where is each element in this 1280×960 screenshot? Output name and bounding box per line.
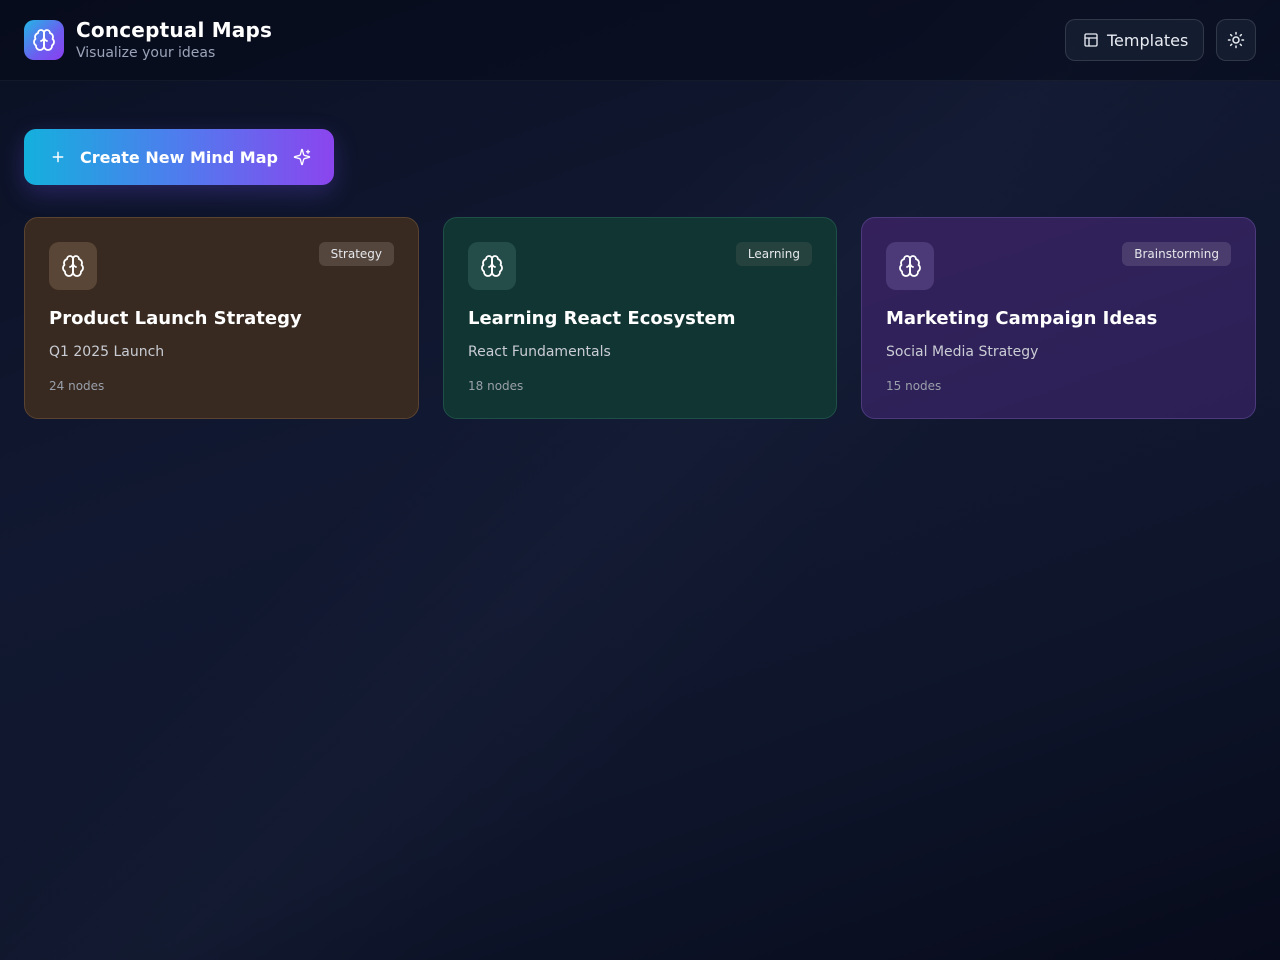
create-mind-map-label: Create New Mind Map	[80, 147, 278, 167]
mind-map-card[interactable]: Brainstorming Marketing Campaign Ideas S…	[861, 217, 1256, 419]
brain-icon	[481, 255, 503, 277]
card-subtitle: React Fundamentals	[468, 344, 611, 360]
sparkles-icon	[293, 148, 311, 166]
card-icon-container	[886, 242, 934, 290]
card-icon-container	[49, 242, 97, 290]
brain-icon	[62, 255, 84, 277]
templates-label: Templates	[1107, 30, 1189, 50]
node-count: 15 nodes	[886, 379, 942, 393]
category-badge: Brainstorming	[1122, 242, 1231, 266]
brain-icon	[899, 255, 921, 277]
app-title: Conceptual Maps	[76, 18, 273, 42]
brain-icon	[33, 29, 55, 51]
app-subtitle: Visualize your ideas	[76, 45, 216, 61]
app-logo[interactable]	[24, 20, 64, 60]
mind-map-card[interactable]: Learning Learning React Ecosystem React …	[443, 217, 837, 419]
create-mind-map-button[interactable]: Create New Mind Map	[24, 129, 334, 185]
card-subtitle: Social Media Strategy	[886, 344, 1039, 360]
card-icon-container	[468, 242, 516, 290]
category-badge: Learning	[735, 242, 812, 266]
card-title: Product Launch Strategy	[49, 308, 302, 329]
templates-button[interactable]: Templates	[1065, 19, 1204, 61]
sun-icon	[1227, 31, 1245, 49]
mind-map-card[interactable]: Strategy Product Launch Strategy Q1 2025…	[24, 217, 419, 419]
card-title: Marketing Campaign Ideas	[886, 308, 1158, 329]
node-count: 24 nodes	[49, 379, 105, 393]
app-header: Conceptual Maps Visualize your ideas Tem…	[0, 0, 1280, 81]
node-count: 18 nodes	[468, 379, 524, 393]
layout-template-icon	[1083, 32, 1099, 48]
card-title: Learning React Ecosystem	[468, 308, 736, 329]
theme-toggle-button[interactable]	[1216, 19, 1256, 61]
category-badge: Strategy	[318, 242, 394, 266]
card-subtitle: Q1 2025 Launch	[49, 344, 165, 360]
plus-icon	[50, 149, 66, 165]
